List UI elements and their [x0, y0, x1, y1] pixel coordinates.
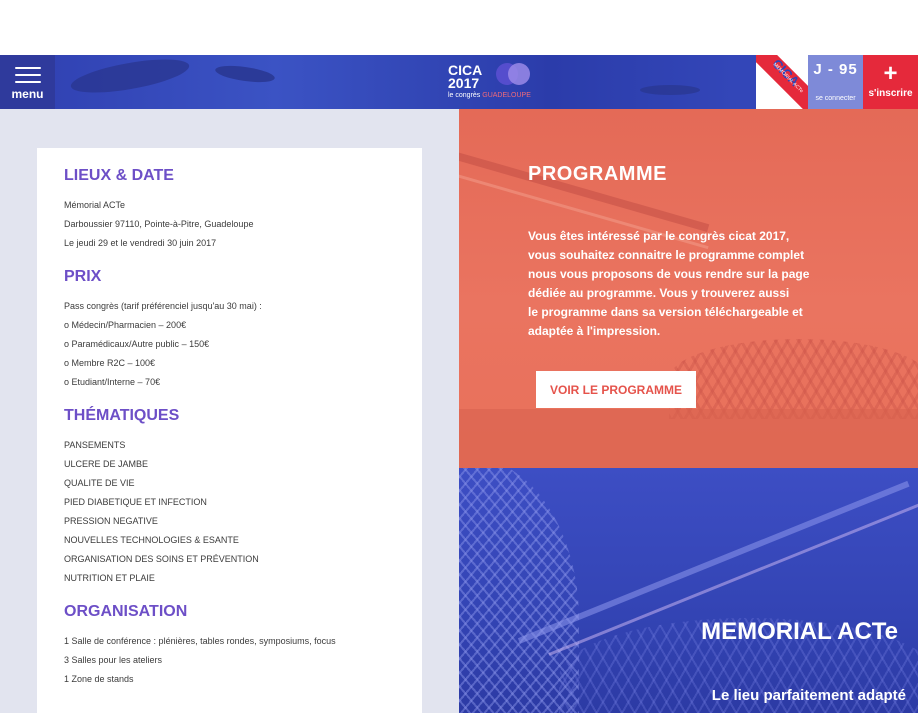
- view-programme-button[interactable]: VOIR LE PROGRAMME: [536, 371, 696, 408]
- top-whitespace: [0, 0, 918, 55]
- info-line: QUALITE DE VIE: [64, 478, 135, 488]
- event-info-card: LIEUX & DATE Mémorial ACTe Darboussier 9…: [37, 148, 422, 713]
- hamburger-icon: [14, 67, 41, 88]
- programme-panel: PROGRAMME Vous êtes intéressé par le con…: [459, 109, 918, 468]
- header-background-island: [214, 62, 276, 86]
- info-line: Darboussier 97110, Pointe-à-Pitre, Guade…: [64, 219, 254, 229]
- background-plaza: [459, 409, 918, 468]
- section-title: ORGANISATION: [64, 603, 188, 620]
- header-background-island: [640, 85, 700, 95]
- section-title: PRIX: [64, 268, 102, 285]
- background-walkway: [459, 147, 710, 233]
- info-line: 3 Salles pour les ateliers: [64, 655, 163, 665]
- menu-label: menu: [11, 87, 44, 101]
- countdown-value: J - 95: [813, 61, 858, 78]
- background-lattice-structure: [669, 339, 918, 419]
- section-prix: PRIX Pass congrès (tarif préférenciel ju…: [64, 267, 422, 392]
- logo-circle: [508, 63, 530, 85]
- info-line: NUTRITION ET PLAIE: [64, 573, 155, 583]
- info-line: ULCERE DE JAMBE: [64, 459, 149, 469]
- section-thematiques: THÉMATIQUES PANSEMENTS ULCERE DE JAMBE Q…: [64, 406, 422, 588]
- logo-subtitle: le congrès GUADELOUPE: [448, 92, 531, 99]
- section-title: THÉMATIQUES: [64, 407, 180, 424]
- memorial-panel: MEMORIAL ACTe Le lieu parfaitement adapt…: [459, 468, 918, 713]
- description-line: le programme dans sa version téléchargea…: [528, 305, 803, 319]
- register-label: s'inscrire: [868, 88, 913, 99]
- programme-description: Vous êtes intéressé par le congrès cicat…: [528, 227, 838, 341]
- memorial-title: MEMORIAL ACTe: [701, 618, 898, 645]
- info-line: 1 Salle de conférence : plénières, table…: [64, 636, 336, 646]
- plus-icon: +: [883, 60, 898, 87]
- description-line: vous souhaitez connaitre le programme co…: [528, 248, 805, 262]
- header-background-island: [68, 55, 192, 100]
- description-line: nous vous proposons de vous rendre sur l…: [528, 267, 810, 281]
- section-organisation: ORGANISATION 1 Salle de conférence : plé…: [64, 602, 422, 689]
- info-line: o Médecin/Pharmacien – 200€: [64, 320, 187, 330]
- site-header: menu CICA 2017 le congrès GUADELOUPE CIC…: [0, 55, 918, 109]
- register-button[interactable]: + s'inscrire: [863, 55, 918, 109]
- info-line: o Paramédicaux/Autre public – 150€: [64, 339, 210, 349]
- login-countdown-button[interactable]: J - 95 se connecter: [808, 55, 863, 109]
- cica-2017-logo[interactable]: CICA 2017 le congrès GUADELOUPE: [446, 61, 536, 103]
- login-label: se connecter: [815, 95, 856, 102]
- description-line: dédiée au programme. Vous y trouverez au…: [528, 286, 790, 300]
- info-line: PRESSION NEGATIVE: [64, 516, 158, 526]
- description-line: adaptée à l'impression.: [528, 324, 661, 338]
- info-line: o Etudiant/Interne – 70€: [64, 377, 161, 387]
- menu-button[interactable]: menu: [0, 55, 55, 109]
- cica-corner-badge[interactable]: CICA MEMORIAL ACTe: [756, 55, 808, 109]
- info-line: NOUVELLES TECHNOLOGIES & ESANTE: [64, 535, 239, 545]
- programme-title: PROGRAMME: [528, 163, 667, 185]
- section-lieux-date: LIEUX & DATE Mémorial ACTe Darboussier 9…: [64, 166, 422, 253]
- description-line: Vous êtes intéressé par le congrès cicat…: [528, 229, 790, 243]
- info-line: PIED DIABETIQUE ET INFECTION: [64, 497, 207, 507]
- info-line: Pass congrès (tarif préférenciel jusqu'a…: [64, 301, 262, 311]
- memorial-subtitle: Le lieu parfaitement adapté: [711, 687, 906, 704]
- info-line: PANSEMENTS: [64, 440, 126, 450]
- info-line: Le jeudi 29 et le vendredi 30 juin 2017: [64, 238, 217, 248]
- info-line: o Membre R2C – 100€: [64, 358, 156, 368]
- info-line: ORGANISATION DES SOINS ET PRÉVENTION: [64, 554, 259, 564]
- logo-year: 2017: [448, 75, 480, 91]
- section-title: LIEUX & DATE: [64, 167, 174, 184]
- info-line: Mémorial ACTe: [64, 200, 126, 210]
- info-line: 1 Zone de stands: [64, 674, 134, 684]
